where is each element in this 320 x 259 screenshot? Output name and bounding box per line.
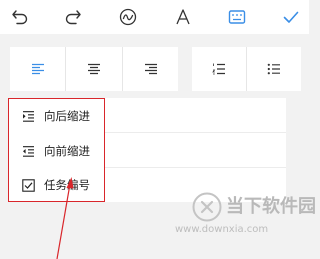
watermark-title: 当下软件园 [226, 196, 316, 217]
watermark: 当下软件园 www.downxia.com [175, 192, 316, 242]
watermark-logo-icon [192, 192, 222, 222]
watermark-url: www.downxia.com [175, 224, 269, 235]
